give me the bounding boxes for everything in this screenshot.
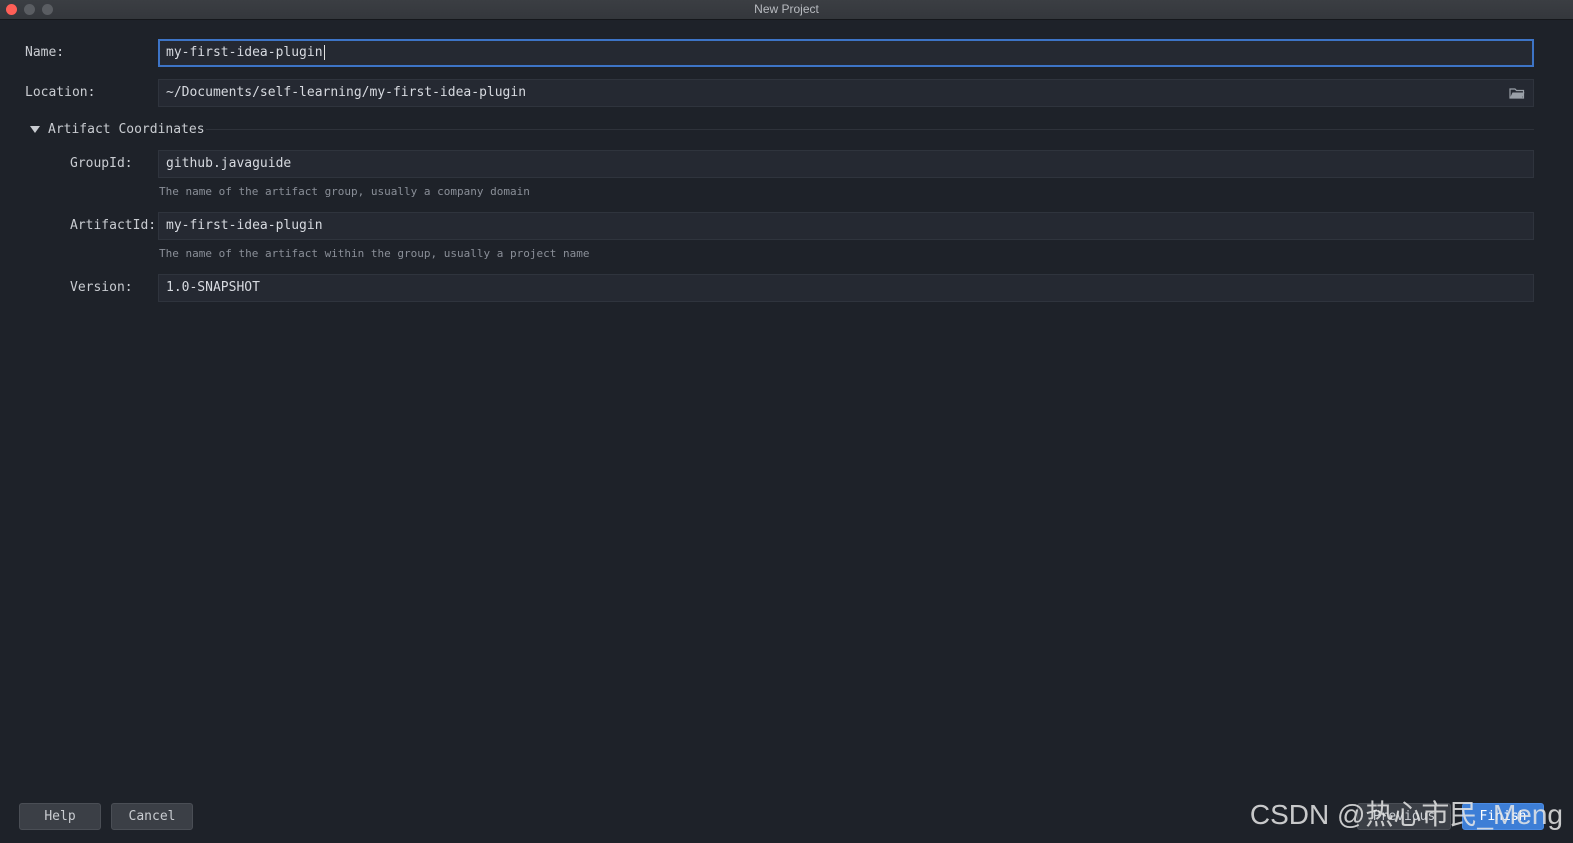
artifactid-field[interactable]: my-first-idea-plugin [158, 212, 1534, 240]
triangle-down-icon [30, 125, 40, 133]
artifact-coordinates-toggle[interactable]: Artifact Coordinates [28, 120, 205, 138]
groupid-hint: The name of the artifact group, usually … [159, 185, 530, 198]
text-caret [323, 45, 325, 60]
location-value: ~/Documents/self-learning/my-first-idea-… [166, 85, 527, 100]
section-divider [206, 129, 1534, 130]
name-label: Name: [25, 45, 65, 60]
title-bar: New Project [0, 0, 1573, 20]
new-project-dialog: New Project Name: my-first-idea-plugin L… [0, 0, 1573, 843]
watermark: CSDN @热心市民_Meng [1249, 799, 1563, 830]
name-value: my-first-idea-plugin [166, 45, 323, 60]
groupid-value: github.javaguide [166, 156, 292, 171]
cancel-button[interactable]: Cancel [111, 803, 193, 830]
location-label: Location: [25, 85, 96, 100]
name-field[interactable]: my-first-idea-plugin [158, 39, 1534, 67]
artifactid-hint: The name of the artifact within the grou… [159, 247, 590, 260]
window-title: New Project [754, 2, 819, 16]
version-field[interactable]: 1.0-SNAPSHOT [158, 274, 1534, 302]
section-title: Artifact Coordinates [48, 121, 205, 137]
artifactid-value: my-first-idea-plugin [166, 218, 323, 233]
groupid-field[interactable]: github.javaguide [158, 150, 1534, 178]
folder-icon[interactable] [1509, 87, 1525, 99]
version-label: Version: [70, 280, 133, 295]
version-value: 1.0-SNAPSHOT [166, 280, 260, 295]
artifactid-label: ArtifactId: [70, 218, 157, 233]
help-button[interactable]: Help [19, 803, 101, 830]
location-field[interactable]: ~/Documents/self-learning/my-first-idea-… [158, 79, 1534, 107]
groupid-label: GroupId: [70, 156, 133, 171]
